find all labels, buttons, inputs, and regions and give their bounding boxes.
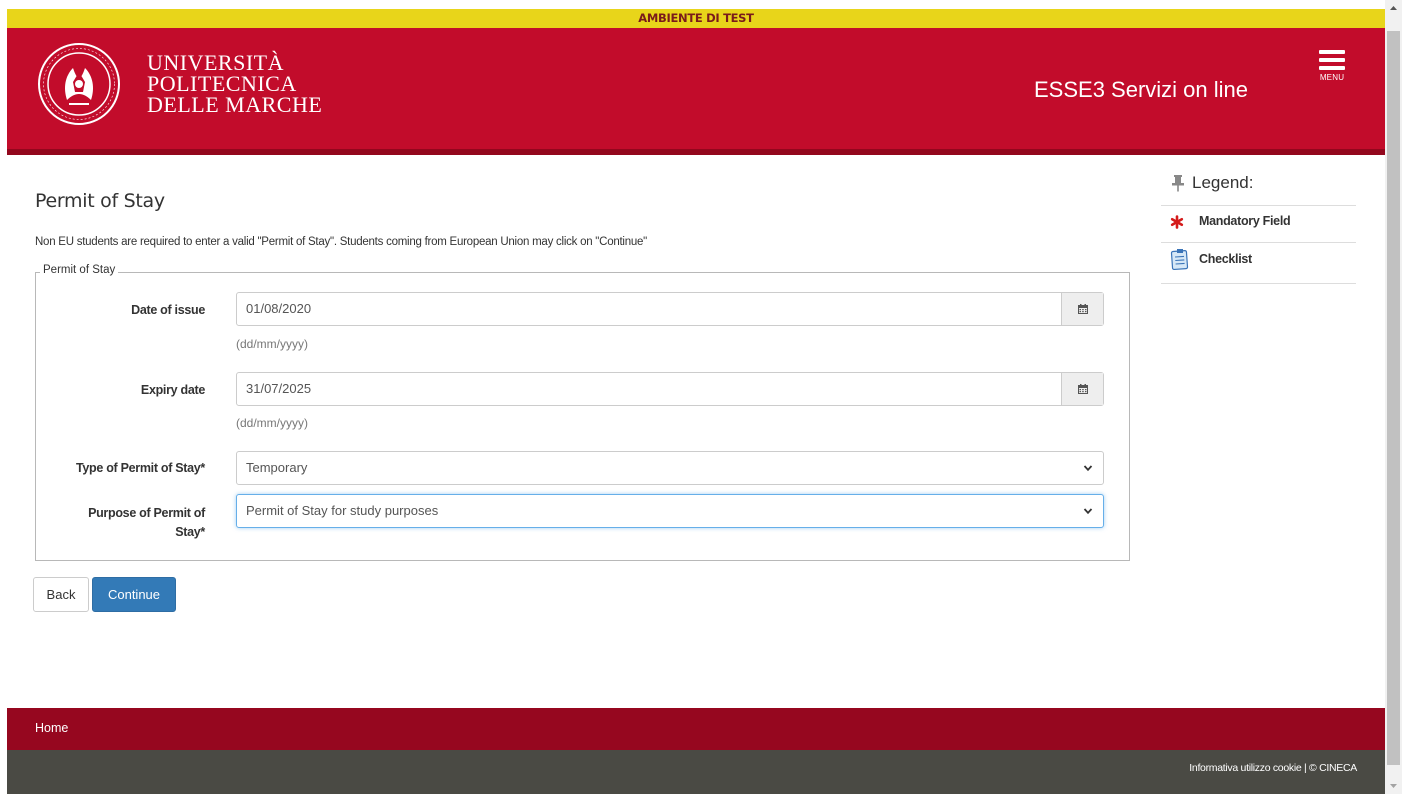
calendar-icon — [1077, 384, 1088, 394]
university-seal-logo[interactable] — [37, 42, 121, 126]
triangle-up-icon — [1390, 6, 1397, 10]
back-button[interactable]: Back — [33, 577, 89, 612]
top-strip — [0, 0, 1385, 9]
date-of-issue-calendar-button[interactable] — [1061, 293, 1103, 325]
expiry-date-calendar-button[interactable] — [1061, 373, 1103, 405]
expiry-date-value: 31/07/2025 — [246, 381, 312, 396]
permit-purpose-label-line-2: Stay* — [175, 525, 205, 539]
university-name-line-3: DELLE MARCHE — [147, 92, 323, 117]
legend-title: Legend: — [1170, 173, 1253, 193]
footer-credits-link[interactable]: Informativa utilizzo cookie | © CINECA — [1189, 762, 1357, 774]
legend-title-label: Legend: — [1192, 173, 1254, 192]
date-of-issue-label: Date of issue — [131, 303, 205, 317]
pin-icon — [1172, 175, 1184, 192]
asterisk-icon — [1170, 215, 1184, 229]
continue-button[interactable]: Continue — [92, 577, 176, 612]
legend-item-mandatory-label: Mandatory Field — [1199, 213, 1291, 228]
chevron-down-icon — [1083, 508, 1093, 515]
intro-text: Non EU students are required to enter a … — [35, 236, 648, 248]
date-of-issue-input[interactable]: 01/08/2020 — [236, 292, 1104, 326]
chevron-down-icon — [1083, 465, 1093, 472]
legend-item-checklist: Checklist — [1170, 248, 1252, 270]
calendar-icon — [1077, 304, 1088, 314]
legend-item-mandatory: Mandatory Field — [1170, 212, 1291, 229]
permit-type-label: Type of Permit of Stay* — [75, 461, 205, 475]
permit-purpose-label-line-1: Purpose of Permit of — [88, 506, 205, 520]
home-link[interactable]: Home — [35, 721, 68, 735]
expiry-date-input[interactable]: 31/07/2025 — [236, 372, 1104, 406]
date-of-issue-value: 01/08/2020 — [246, 301, 312, 316]
permit-purpose-value: Permit of Stay for study purposes — [246, 503, 439, 518]
permit-type-value: Temporary — [246, 460, 308, 475]
expiry-date-label: Expiry date — [140, 383, 205, 397]
scroll-up-button[interactable] — [1385, 0, 1402, 17]
checklist-icon — [1170, 249, 1189, 270]
menu-label: MENU — [1319, 73, 1345, 82]
footer-nav: Home — [7, 708, 1385, 750]
scrollbar-thumb[interactable] — [1387, 31, 1400, 765]
permit-purpose-label: Purpose of Permit of Stay* — [35, 504, 205, 542]
header: UNIVERSITÀ POLITECNICA DELLE MARCHE ESSE… — [7, 28, 1385, 149]
menu-button[interactable]: MENU — [1312, 50, 1352, 94]
legend-divider — [1161, 242, 1356, 243]
permit-purpose-select[interactable]: Permit of Stay for study purposes — [236, 494, 1104, 528]
page-scrollbar[interactable] — [1385, 0, 1402, 794]
expiry-date-hint: (dd/mm/yyyy) — [236, 416, 308, 430]
triangle-down-icon — [1390, 784, 1397, 788]
fieldset-legend: Permit of Stay — [40, 264, 119, 276]
footer-bottom: Informativa utilizzo cookie | © CINECA — [7, 750, 1385, 794]
legend-item-checklist-label: Checklist — [1199, 252, 1252, 266]
date-of-issue-hint: (dd/mm/yyyy) — [236, 337, 308, 351]
university-name-line-1: UNIVERSITÀ — [147, 50, 284, 75]
app-title: ESSE3 Servizi on line — [1034, 77, 1248, 102]
university-name-line-2: POLITECNICA — [147, 71, 297, 96]
legend-divider — [1161, 283, 1356, 284]
test-environment-banner: AMBIENTE DI TEST — [7, 9, 1385, 28]
page: AMBIENTE DI TEST UNIVERSITÀ POLITECNICA … — [0, 0, 1385, 794]
page-title: Permit of Stay — [35, 190, 165, 212]
permit-type-select[interactable]: Temporary — [236, 451, 1104, 485]
scroll-down-button[interactable] — [1385, 777, 1402, 794]
hamburger-icon — [1312, 50, 1352, 70]
header-bottom-border — [7, 149, 1385, 155]
legend-divider — [1161, 205, 1356, 206]
university-name: UNIVERSITÀ POLITECNICA DELLE MARCHE — [147, 50, 323, 117]
